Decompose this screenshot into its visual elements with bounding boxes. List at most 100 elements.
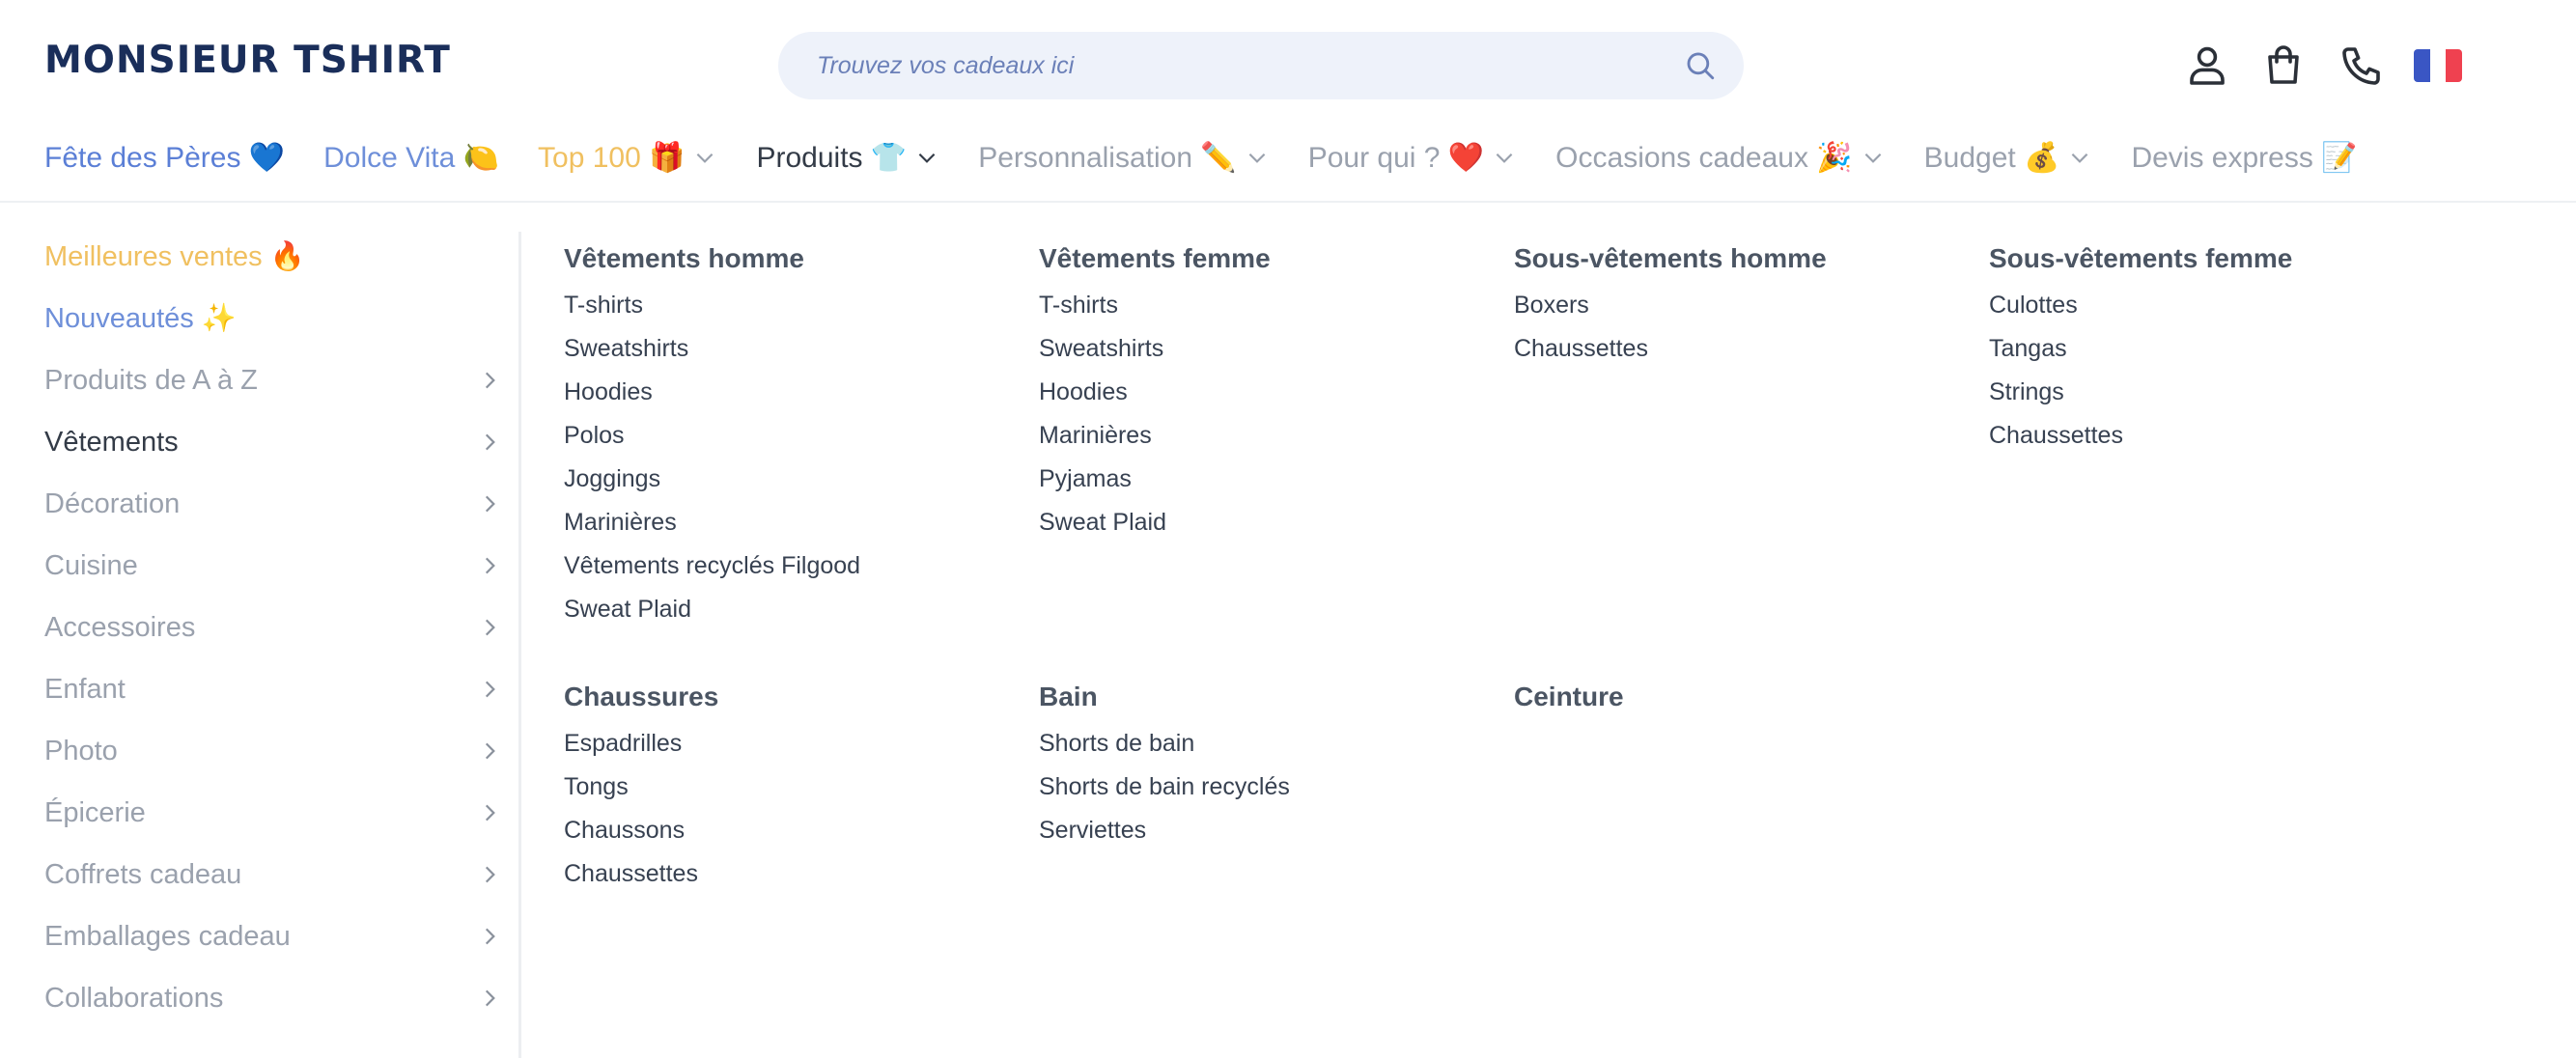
sidebar-item[interactable]: Meilleures ventes 🔥 xyxy=(44,230,508,284)
chevron-right-icon xyxy=(485,557,495,574)
category-link[interactable]: Chaussons xyxy=(564,809,698,852)
sidebar-item[interactable]: Photo xyxy=(44,724,508,778)
phone-icon[interactable] xyxy=(2338,42,2385,89)
site-header: MONSIEUR TSHIRT xyxy=(0,0,2576,131)
sidebar-item-label: Collaborations xyxy=(44,982,224,1014)
category-link[interactable]: Strings xyxy=(1989,371,2123,414)
category-link[interactable]: Sweat Plaid xyxy=(1039,501,1166,544)
category-link[interactable]: Shorts de bain xyxy=(1039,722,1290,766)
category-link[interactable]: Boxers xyxy=(1514,284,1648,327)
sidebar-item[interactable]: Cuisine xyxy=(44,539,508,593)
search-icon[interactable] xyxy=(1684,49,1717,82)
category-link[interactable]: Culottes xyxy=(1989,284,2123,327)
category-link[interactable]: Sweat Plaid xyxy=(564,588,860,631)
nav-item[interactable]: Occasions cadeaux 🎉 xyxy=(1555,141,1886,175)
category-link[interactable]: Pyjamas xyxy=(1039,458,1166,501)
chevron-right-icon xyxy=(485,866,495,883)
nav-item[interactable]: Personnalisation ✏️ xyxy=(978,141,1270,175)
category-link[interactable]: Tangas xyxy=(1989,327,2123,371)
nav-item[interactable]: Top 100 🎁 xyxy=(538,141,717,175)
chevron-down-icon xyxy=(697,153,714,163)
category-link-list: Culottes Tangas Strings Chaussettes xyxy=(1989,284,2123,458)
category-link[interactable]: Vêtements recyclés Filgood xyxy=(564,544,860,588)
chevron-right-icon xyxy=(485,742,495,760)
chevron-right-icon xyxy=(485,495,495,513)
sidebar-item-label: Enfant xyxy=(44,673,126,705)
category-column-title[interactable]: Ceinture xyxy=(1514,682,1624,712)
sidebar-item-label: Photo xyxy=(44,735,118,766)
category-column-title[interactable]: Sous-vêtements homme xyxy=(1514,243,1827,274)
category-link[interactable]: Chaussettes xyxy=(1514,327,1648,371)
category-link[interactable]: Chaussettes xyxy=(564,852,698,896)
sidebar-item-label: Produits de A à Z xyxy=(44,364,258,396)
sidebar-item[interactable]: Enfant xyxy=(44,662,508,716)
site-logo[interactable]: MONSIEUR TSHIRT xyxy=(44,39,451,82)
chevron-down-icon xyxy=(1864,153,1882,163)
category-link-list: T-shirts Sweatshirts Hoodies Marinières Pyja… xyxy=(1039,284,1166,544)
chevron-down-icon xyxy=(1496,153,1513,163)
sidebar-item-label: Emballages cadeau xyxy=(44,920,291,952)
sidebar-item[interactable]: Coffrets cadeau xyxy=(44,848,508,902)
category-link[interactable]: Sweatshirts xyxy=(1039,327,1166,371)
sidebar-item[interactable]: Produits de A à Z xyxy=(44,353,508,407)
sidebar-item-label: Nouveautés ✨ xyxy=(44,303,237,334)
nav-item-label: Top 100 🎁 xyxy=(538,141,686,174)
nav-item[interactable]: Pour qui ? ❤️ xyxy=(1308,141,1517,175)
sidebar-item-label: Meilleures ventes 🔥 xyxy=(44,241,305,272)
sidebar-item[interactable]: Décoration xyxy=(44,477,508,531)
category-link[interactable]: Polos xyxy=(564,414,860,458)
category-column-title[interactable]: Chaussures xyxy=(564,682,718,712)
category-sidebar: Meilleures ventes 🔥 Nouveautés ✨ Produits … xyxy=(0,232,521,1058)
nav-item[interactable]: Fête des Pères 💙 xyxy=(44,141,285,175)
nav-item-label: Dolce Vita 🍋 xyxy=(323,141,500,174)
sidebar-item[interactable]: Vêtements xyxy=(44,415,508,469)
nav-item-label: Pour qui ? ❤️ xyxy=(1307,141,1485,174)
category-link[interactable]: Marinières xyxy=(1039,414,1166,458)
nav-item[interactable]: Dolce Vita 🍋 xyxy=(323,141,499,175)
nav-item-label: Budget 💰 xyxy=(1923,141,2060,174)
category-link[interactable]: Marinières xyxy=(564,501,860,544)
sidebar-item[interactable]: Épicerie xyxy=(44,786,508,840)
sidebar-item-label: Coffrets cadeau xyxy=(44,858,242,890)
category-link[interactable]: Joggings xyxy=(564,458,860,501)
category-link[interactable]: Espadrilles xyxy=(564,722,698,766)
sidebar-item-label: Épicerie xyxy=(44,796,146,828)
category-link[interactable]: Chaussettes xyxy=(1989,414,2123,458)
category-link[interactable]: T-shirts xyxy=(564,284,860,327)
sidebar-item[interactable]: Collaborations xyxy=(44,971,508,1025)
nav-item[interactable]: Produits 👕 xyxy=(756,141,939,175)
search-input[interactable] xyxy=(817,32,1666,99)
nav-item-label: Produits 👕 xyxy=(756,141,908,174)
category-link[interactable]: Tongs xyxy=(564,766,698,809)
chevron-right-icon xyxy=(485,928,495,945)
sidebar-item-label: Vêtements xyxy=(44,426,179,458)
sidebar-item-label: Décoration xyxy=(44,487,181,519)
category-link-list: T-shirts Sweatshirts Hoodies Polos Joggings M… xyxy=(564,284,860,631)
france-flag-icon[interactable] xyxy=(2414,49,2462,82)
category-link[interactable]: Serviettes xyxy=(1039,809,1290,852)
category-column-title[interactable]: Vêtements femme xyxy=(1039,243,1271,274)
nav-item[interactable]: Budget 💰 xyxy=(1924,141,2093,175)
category-link[interactable]: T-shirts xyxy=(1039,284,1166,327)
category-column-title[interactable]: Sous-vêtements femme xyxy=(1989,243,2292,274)
category-link[interactable]: Sweatshirts xyxy=(564,327,860,371)
category-link[interactable]: Hoodies xyxy=(1039,371,1166,414)
category-link[interactable]: Shorts de bain recyclés xyxy=(1039,766,1290,809)
chevron-right-icon xyxy=(485,619,495,636)
user-icon[interactable] xyxy=(2184,42,2230,89)
nav-item-label: Occasions cadeaux 🎉 xyxy=(1555,141,1853,174)
category-column-title[interactable]: Vêtements homme xyxy=(564,243,804,274)
category-column-title[interactable]: Bain xyxy=(1039,682,1098,712)
bag-icon[interactable] xyxy=(2260,42,2307,89)
sidebar-item-label: Cuisine xyxy=(44,549,138,581)
chevron-right-icon xyxy=(485,433,495,451)
nav-item-label: Fête des Pères 💙 xyxy=(44,141,286,174)
chevron-right-icon xyxy=(485,989,495,1007)
sidebar-item[interactable]: Emballages cadeau xyxy=(44,909,508,963)
search-bar[interactable] xyxy=(778,32,1744,99)
nav-item[interactable]: Devis express 📝 xyxy=(2131,141,2357,175)
sidebar-item[interactable]: Nouveautés ✨ xyxy=(44,292,508,346)
category-link[interactable]: Hoodies xyxy=(564,371,860,414)
sidebar-item[interactable]: Accessoires xyxy=(44,600,508,654)
nav-divider xyxy=(0,201,2576,203)
